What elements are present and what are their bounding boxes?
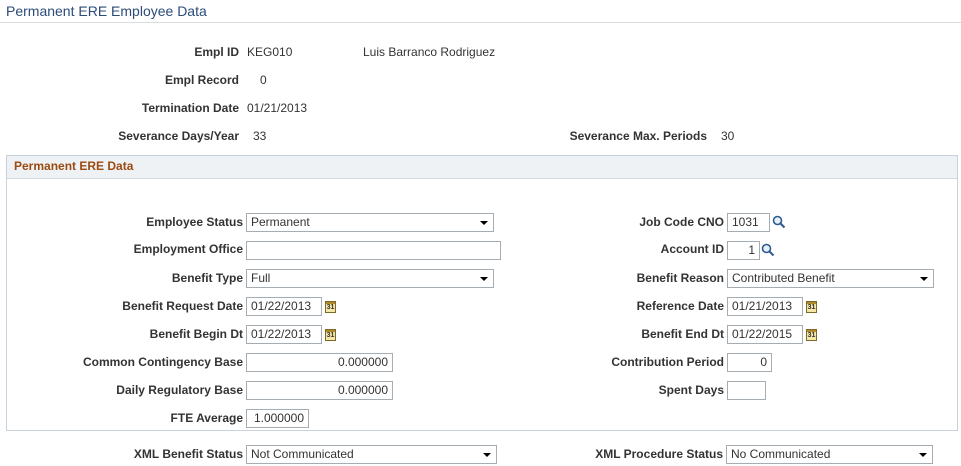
xml-procedure-status-value: No Communicated [731,447,831,461]
empl-record-label: Empl Record [164,73,239,87]
magnifier-icon[interactable] [761,243,775,257]
account-id-label: Account ID [660,242,724,256]
xml-benefit-status-select[interactable]: Not Communicated [246,445,497,464]
calendar-icon[interactable]: 31 [325,301,336,313]
spent-days-label: Spent Days [658,383,724,397]
benefit-request-date-input[interactable]: 01/22/2013 [246,297,322,316]
xml-benefit-status-label: XML Benefit Status [133,447,243,461]
spent-days-input[interactable] [727,381,766,400]
employee-status-select[interactable]: Permanent [246,213,494,232]
employment-office-label: Employment Office [133,242,243,256]
empl-id-value: KEG010 [247,45,293,59]
chevron-down-icon [480,221,488,225]
benefit-request-date-label: Benefit Request Date [122,299,243,313]
benefit-end-label: Benefit End Dt [641,327,724,341]
chevron-down-icon [920,277,928,281]
severance-days-value: 33 [253,129,267,143]
calendar-icon[interactable]: 31 [806,301,817,313]
contribution-period-label: Contribution Period [611,355,724,369]
benefit-begin-input[interactable]: 01/22/2013 [246,325,322,344]
employee-name: Luis Barranco Rodriguez [363,45,496,59]
severance-max-label: Severance Max. Periods [569,129,707,143]
title-divider [0,22,961,23]
xml-benefit-status-value: Not Communicated [251,447,354,461]
daily-regulatory-label: Daily Regulatory Base [116,383,243,397]
common-contingency-label: Common Contingency Base [82,355,243,369]
calendar-icon[interactable]: 31 [806,329,817,341]
fte-average-label: FTE Average [170,411,243,425]
xml-procedure-status-select[interactable]: No Communicated [726,445,933,464]
contribution-period-input[interactable]: 0 [727,353,772,372]
section-header [7,156,957,179]
fte-average-input[interactable]: 1.000000 [246,409,309,428]
section-title: Permanent ERE Data [14,159,134,173]
benefit-reason-value: Contributed Benefit [732,271,835,285]
reference-date-input[interactable]: 01/21/2013 [727,297,803,316]
chevron-down-icon [483,453,491,457]
empl-record-value: 0 [260,73,267,87]
page-title: Permanent ERE Employee Data [6,3,207,19]
benefit-type-select[interactable]: Full [246,269,494,288]
chevron-down-icon [480,277,488,281]
job-code-input[interactable]: 1031 [727,213,770,232]
reference-date-label: Reference Date [636,299,724,313]
benefit-begin-label: Benefit Begin Dt [149,327,243,341]
common-contingency-input[interactable]: 0.000000 [246,353,393,372]
calendar-icon[interactable]: 31 [325,329,336,341]
account-id-input[interactable]: 1 [727,241,760,260]
empl-id-label: Empl ID [194,45,239,59]
job-code-label: Job Code CNO [639,215,724,229]
magnifier-icon[interactable] [772,215,786,229]
severance-max-value: 30 [721,129,735,143]
benefit-end-input[interactable]: 01/22/2015 [727,325,803,344]
benefit-type-label: Benefit Type [171,271,243,285]
benefit-reason-select[interactable]: Contributed Benefit [727,269,934,288]
severance-days-label: Severance Days/Year [118,129,239,143]
benefit-type-value: Full [251,271,271,285]
employment-office-input[interactable] [246,241,501,260]
benefit-reason-label: Benefit Reason [636,271,724,285]
employee-status-value: Permanent [251,215,310,229]
chevron-down-icon [919,453,927,457]
termination-date-value: 01/21/2013 [247,101,308,115]
daily-regulatory-input[interactable]: 0.000000 [246,381,393,400]
termination-date-label: Termination Date [141,101,239,115]
xml-procedure-status-label: XML Procedure Status [595,447,723,461]
employee-status-label: Employee Status [146,215,243,229]
